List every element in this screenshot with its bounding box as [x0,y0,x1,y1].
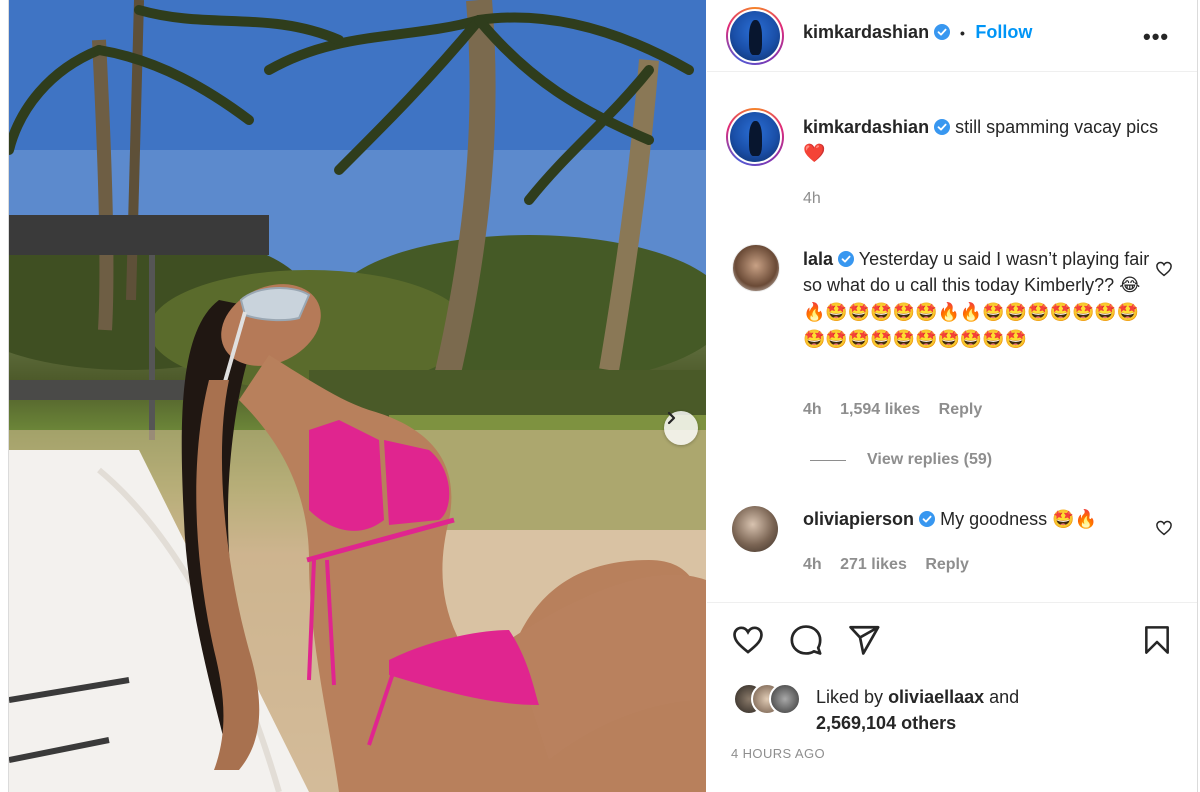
comment-likes[interactable]: 1,594 likes [840,401,920,418]
comment-icon[interactable] [789,623,823,657]
comment-meta: 4h 271 likes Reply [803,556,983,574]
likes-count[interactable]: 2,569,104 others [816,713,956,733]
action-bar [707,602,1197,655]
share-icon[interactable] [847,623,881,657]
comment-meta: 4h 1,594 likes Reply [803,401,996,419]
liked-by-user[interactable]: oliviaellaax [888,687,984,707]
post-side-panel: kimkardashian • Follow ••• kimkardashian… [707,0,1197,792]
view-replies-button[interactable]: View replies (59) [867,451,992,469]
follow-button[interactable]: Follow [975,22,1032,42]
liker-avatar [769,683,801,715]
next-photo-button[interactable] [664,411,698,445]
caption-avatar[interactable] [726,108,784,166]
post-timestamp[interactable]: 4 HOURS AGO [731,746,825,761]
chevron-right-icon [667,411,676,425]
header-separator: • [959,25,965,41]
more-icon[interactable]: ••• [1143,24,1169,50]
heart-icon[interactable] [1155,519,1173,537]
comment-text: Yesterday u said I wasn’t playing fair s… [803,249,1150,295]
author-username[interactable]: kimkardashian [803,22,929,42]
verified-badge-icon [919,511,936,527]
beach-scene-illustration [9,0,706,792]
liked-by-avatars[interactable] [733,683,813,715]
caption-username[interactable]: kimkardashian [803,117,929,137]
caption-text-block: kimkardashian still spamming vacay pics … [803,114,1163,166]
verified-badge-icon [934,119,951,135]
liked-by-text: Liked by oliviaellaax and 2,569,104 othe… [816,684,1019,736]
caption-time: 4h [803,190,821,207]
comment-text-block: oliviapierson My goodness 🤩🔥 [803,506,1153,533]
reply-button[interactable]: Reply [925,556,969,573]
author-avatar[interactable] [726,7,784,65]
comment-emoji: 🤩🔥 [1052,509,1097,529]
comment-text: My goodness [940,509,1048,529]
liked-by-conjunction: and [989,687,1020,707]
bookmark-icon[interactable] [1141,623,1173,657]
verified-badge-icon [838,251,855,267]
heart-icon[interactable] [731,623,765,657]
heart-icon[interactable] [1155,260,1173,278]
commenter-username[interactable]: oliviapierson [803,509,914,529]
header-user-line: kimkardashian • Follow [803,22,1032,43]
view-replies-divider [810,460,846,461]
caption-emoji: ❤️ [803,143,826,163]
liked-by-prefix: Liked by [816,687,884,707]
comment-time: 4h [803,556,822,573]
post-photo[interactable] [9,0,706,792]
comment-text-block: lala Yesterday u said I wasn’t playing f… [803,246,1153,353]
reply-button[interactable]: Reply [939,401,983,418]
commenter-username[interactable]: lala [803,249,833,269]
caption-text: still spamming vacay pics [955,117,1159,137]
commenter-avatar[interactable] [732,506,778,552]
comment-time: 4h [803,401,822,418]
comment-likes[interactable]: 271 likes [840,556,907,573]
post-header: kimkardashian • Follow ••• [707,0,1197,72]
commenter-avatar[interactable] [732,244,780,292]
verified-badge-icon [933,24,950,40]
